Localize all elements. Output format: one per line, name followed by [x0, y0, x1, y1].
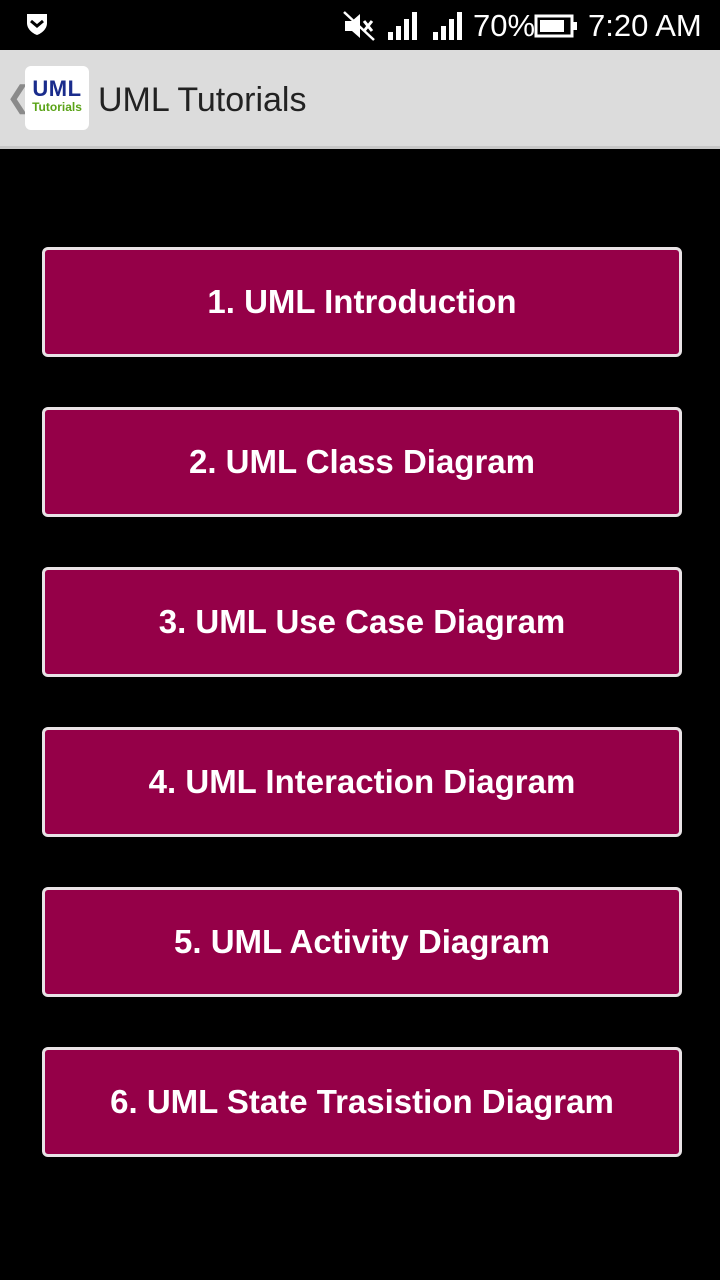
page-title: UML Tutorials [98, 81, 307, 119]
clock: 7:20 AM [588, 8, 702, 43]
menu-content: 1. UML Introduction 2. UML Class Diagram… [2, 149, 718, 1280]
action-bar: ❮ UML Tutorials UML Tutorials [0, 50, 720, 149]
battery-icon [534, 13, 578, 44]
uml-activity-diagram-button[interactable]: 5. UML Activity Diagram [42, 887, 682, 997]
uml-state-transition-diagram-button[interactable]: 6. UML State Trasistion Diagram [42, 1047, 682, 1157]
status-bar: 70% 7:20 AM [0, 0, 720, 50]
uml-class-diagram-button[interactable]: 2. UML Class Diagram [42, 407, 682, 517]
signal-icon [431, 10, 467, 45]
uml-interaction-diagram-button[interactable]: 4. UML Interaction Diagram [42, 727, 682, 837]
uml-use-case-diagram-button[interactable]: 3. UML Use Case Diagram [42, 567, 682, 677]
shield-icon [26, 12, 48, 41]
signal-icon [386, 10, 422, 45]
battery-percent: 70% [473, 8, 536, 43]
mute-icon [342, 10, 376, 47]
uml-introduction-button[interactable]: 1. UML Introduction [42, 247, 682, 357]
logo-text: UML [32, 76, 82, 101]
logo-subtext: Tutorials [32, 100, 82, 114]
app-logo[interactable]: UML Tutorials [25, 66, 89, 130]
